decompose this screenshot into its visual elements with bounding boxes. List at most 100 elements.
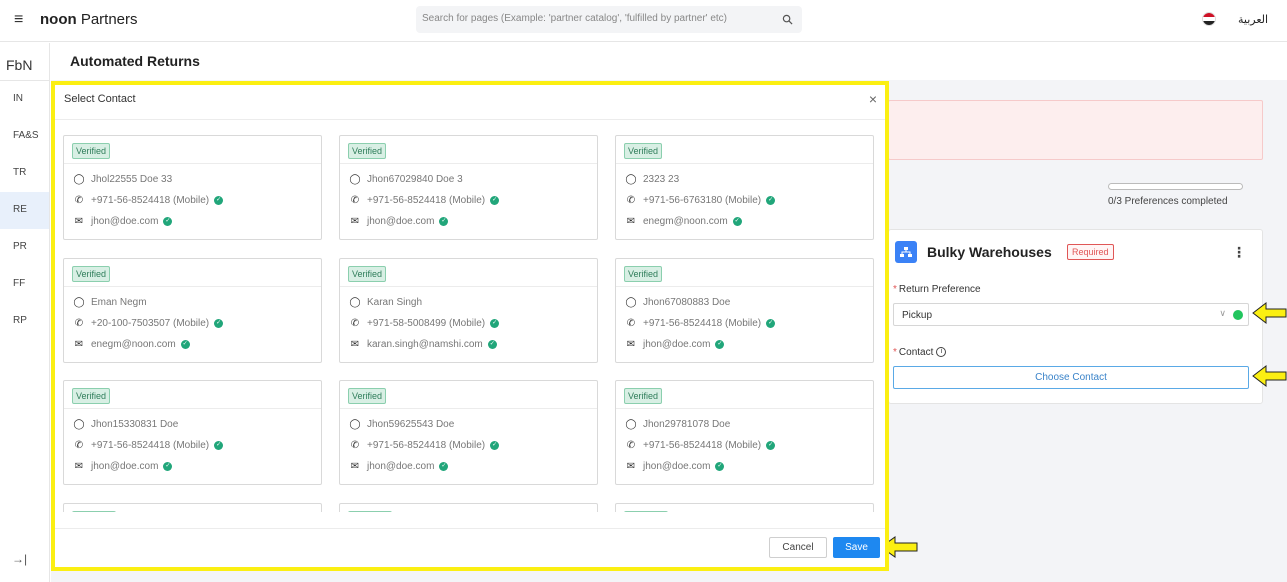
contact-email: enegm@noon.com	[643, 216, 728, 227]
verified-check-icon: ✓	[766, 195, 776, 205]
verified-check-icon: ✓	[490, 318, 500, 328]
collapse-sidebar-icon[interactable]: →|	[12, 552, 27, 566]
user-icon: ◯	[625, 297, 637, 308]
search-icon[interactable]	[782, 14, 793, 25]
contact-phone: +971-58-5008499 (Mobile)	[367, 318, 486, 329]
verified-badge: Verified	[72, 388, 111, 404]
contact-card[interactable]: Verified ◯ Karan Singh ✆ +971-58-5008499 (Mo…	[339, 258, 598, 363]
alert-box	[888, 100, 1263, 160]
contact-name-row: ◯ Jhon67029840 Doe 3	[349, 174, 462, 185]
kebab-menu-icon[interactable]: ⋮	[1232, 244, 1246, 261]
contact-phone-row: ✆ +971-56-6763180 (Mobile) ✓	[625, 195, 776, 206]
sidebar: FbN IN FA&S TR RE PR FF RP →|	[0, 43, 50, 582]
brand-logo[interactable]: noon Partners	[40, 11, 138, 28]
return-preference-label: * Return Preference	[893, 284, 981, 295]
warehouse-title: Bulky Warehouses	[927, 244, 1052, 260]
verified-badge: Verified	[348, 388, 387, 404]
contact-card[interactable]: Verified ◯ Jhon67029840 Doe 3 ✆ +971-56-8524…	[339, 135, 598, 240]
phone-icon: ✆	[626, 440, 636, 451]
contact-phone: +971-56-8524418 (Mobile)	[367, 440, 486, 451]
info-icon[interactable]: i	[936, 347, 947, 358]
contact-email: jhon@doe.com	[91, 216, 159, 227]
pointer-arrow-icon	[1252, 301, 1287, 325]
contact-email: jhon@doe.com	[643, 339, 711, 350]
contact-phone: +971-56-8524418 (Mobile)	[643, 318, 762, 329]
select-contact-modal: Select Contact × Verified ◯ Jhol22555 Doe …	[55, 85, 885, 567]
user-icon: ◯	[625, 419, 637, 430]
search-placeholder: Search for pages (Example: 'partner cata…	[422, 13, 728, 24]
contact-card[interactable]: Verified ◯ 2323 23 ✆ +971-56-6763180 (Mobile…	[615, 135, 874, 240]
verified-badge: Verified	[72, 143, 111, 159]
save-button[interactable]: Save	[833, 537, 880, 558]
contact-phone-row: ✆ +20-100-7503507 (Mobile) ✓	[73, 318, 224, 329]
verified-check-icon: ✓	[490, 195, 500, 205]
top-bar: ≡ noon Partners Search for pages (Exampl…	[0, 0, 1287, 42]
modal-divider	[55, 119, 885, 120]
contact-card[interactable]: Verified ◯ Jhon29781078 Doe ✆ +971-56-852441…	[615, 380, 874, 485]
contact-phone: +20-100-7503507 (Mobile)	[91, 318, 210, 329]
brand-bold: noon	[40, 11, 77, 28]
sidebar-item-rp[interactable]: RP	[0, 303, 49, 340]
close-icon[interactable]: ×	[869, 91, 877, 107]
search-input[interactable]: Search for pages (Example: 'partner cata…	[416, 6, 802, 33]
brand-rest: Partners	[76, 11, 138, 28]
contact-card[interactable]	[615, 503, 874, 512]
contact-card[interactable]: Verified ◯ Jhol22555 Doe 33 ✆ +971-56-852441…	[63, 135, 322, 240]
contact-name: Jhon59625543 Doe	[367, 419, 455, 430]
contact-phone-row: ✆ +971-56-8524418 (Mobile) ✓	[349, 440, 500, 451]
user-icon: ◯	[73, 419, 85, 430]
contact-email: karan.singh@namshi.com	[367, 339, 483, 350]
verified-check-icon: ✓	[439, 461, 449, 471]
contact-email: jhon@doe.com	[367, 216, 435, 227]
return-preference-select[interactable]: Pickup ∨	[893, 303, 1249, 326]
cancel-button[interactable]: Cancel	[769, 537, 827, 558]
sidebar-item-pr[interactable]: PR	[0, 229, 49, 266]
verified-check-icon: ✓	[163, 461, 173, 471]
return-preference-value: Pickup	[902, 310, 933, 321]
sidebar-item-fas[interactable]: FA&S	[0, 118, 49, 155]
contact-phone: +971-56-6763180 (Mobile)	[643, 195, 762, 206]
verified-check-icon: ✓	[214, 318, 224, 328]
card-divider	[340, 408, 597, 409]
mail-icon: ✉	[74, 216, 84, 227]
contact-email: jhon@doe.com	[367, 461, 435, 472]
choose-contact-button[interactable]: Choose Contact	[893, 366, 1249, 389]
card-divider	[340, 163, 597, 164]
sidebar-item-re[interactable]: RE	[0, 192, 49, 229]
contact-card[interactable]	[339, 503, 598, 512]
verified-check-icon	[1233, 310, 1243, 320]
verified-badge	[348, 511, 392, 512]
contact-card[interactable]: Verified ◯ Eman Negm ✆ +20-100-7503507 (Mobi…	[63, 258, 322, 363]
card-divider	[616, 286, 873, 287]
sidebar-item-tr[interactable]: TR	[0, 155, 49, 192]
contact-card[interactable]: Verified ◯ Jhon15330831 Doe ✆ +971-56-852441…	[63, 380, 322, 485]
mail-icon: ✉	[350, 216, 360, 227]
mail-icon: ✉	[350, 339, 360, 350]
verified-check-icon: ✓	[490, 440, 500, 450]
verified-check-icon: ✓	[766, 440, 776, 450]
chevron-down-icon: ∨	[1219, 308, 1226, 318]
egypt-flag-icon[interactable]	[1202, 12, 1216, 26]
return-preference-label-text: Return Preference	[898, 284, 981, 295]
verified-check-icon: ✓	[732, 216, 742, 226]
language-switch[interactable]: العربية	[1238, 13, 1268, 26]
contact-name-row: ◯ Jhon29781078 Doe	[625, 419, 730, 430]
contact-card[interactable]: Verified ◯ Jhon67080883 Doe ✆ +971-56-852441…	[615, 258, 874, 363]
verified-badge: Verified	[624, 388, 663, 404]
sidebar-item-ff[interactable]: FF	[0, 266, 49, 303]
menu-icon[interactable]: ≡	[14, 11, 23, 29]
verified-check-icon: ✓	[214, 440, 224, 450]
card-divider	[616, 163, 873, 164]
phone-icon: ✆	[74, 195, 84, 206]
contact-email: jhon@doe.com	[643, 461, 711, 472]
contact-email-row: ✉ enegm@noon.com ✓	[625, 216, 742, 227]
verified-badge: Verified	[72, 266, 111, 282]
contact-card[interactable]	[63, 503, 322, 512]
verified-badge: Verified	[348, 266, 387, 282]
contact-card[interactable]: Verified ◯ Jhon59625543 Doe ✆ +971-56-852441…	[339, 380, 598, 485]
contact-name-row: ◯ Karan Singh	[349, 297, 422, 308]
contact-name: Jhon29781078 Doe	[643, 419, 731, 430]
contact-email-row: ✉ jhon@doe.com ✓	[73, 216, 173, 227]
bulky-warehouses-card: Bulky Warehouses Required ⋮ * Return Pref…	[888, 229, 1263, 404]
sidebar-item-in[interactable]: IN	[0, 81, 49, 118]
